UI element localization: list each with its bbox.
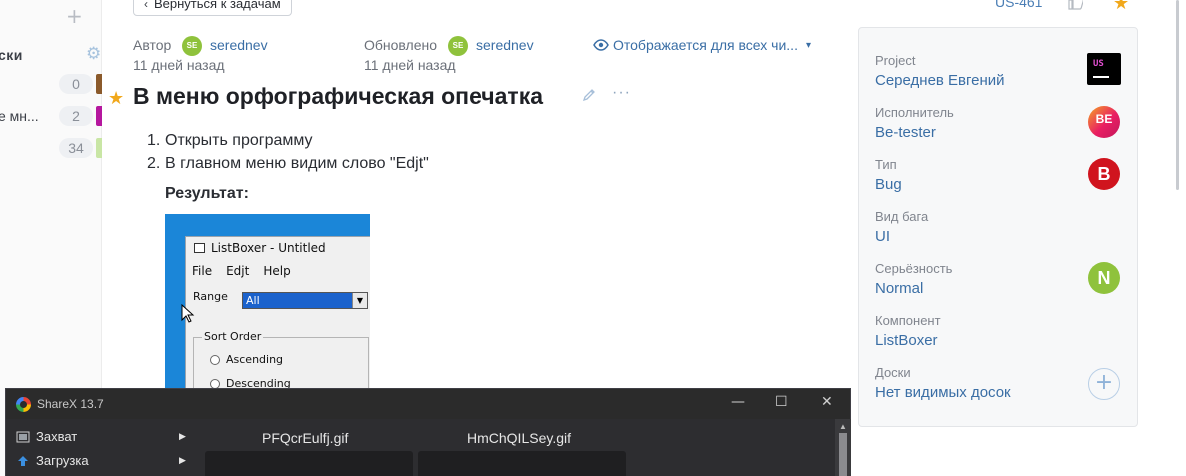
author-label: Автор: [133, 37, 172, 53]
maximize-button[interactable]: ☐: [775, 394, 788, 410]
back-button-label: Вернуться к задачам: [154, 0, 281, 11]
back-to-tasks-button[interactable]: ‹ Вернуться к задачам: [133, 0, 292, 16]
sharex-scrollbar[interactable]: ▲: [835, 419, 851, 476]
boards-value[interactable]: Нет видимых досок: [875, 384, 1011, 401]
file-name: HmChQILSey.gif: [467, 430, 571, 446]
scroll-up-icon[interactable]: ▲: [839, 422, 847, 431]
board-color-strip: [96, 106, 102, 126]
submenu-arrow-icon: ▶: [179, 431, 186, 441]
submenu-arrow-icon: ▶: [179, 455, 186, 465]
minimize-button[interactable]: —: [731, 394, 745, 410]
sharex-title: ShareX 13.7: [37, 397, 104, 411]
type-value[interactable]: Bug: [875, 176, 902, 193]
eye-icon: [593, 39, 609, 51]
list-item: 2. В главном меню видим слово "Edjt": [147, 155, 429, 172]
more-options-icon[interactable]: ···: [612, 84, 631, 102]
chevron-left-icon: ‹: [144, 0, 148, 11]
severity-value[interactable]: Normal: [875, 280, 923, 297]
radio-option: Ascending: [210, 353, 283, 366]
project-logo: US: [1087, 53, 1121, 85]
author-name-link[interactable]: serednev: [210, 37, 268, 53]
steps-list: 1. Открыть программу 2. В главном меню вид…: [147, 129, 429, 175]
board-color-strip: [96, 74, 102, 94]
count-badge: 34: [59, 138, 93, 158]
menu-item: Help: [263, 264, 291, 278]
bug-kind-value[interactable]: UI: [875, 228, 890, 245]
visibility-dropdown[interactable]: Отображается для всех чи... ▾: [593, 37, 811, 53]
capture-menu-item[interactable]: Захват: [16, 429, 77, 444]
range-combo: All ▼: [242, 292, 368, 309]
count-badge: 0: [59, 74, 93, 94]
assignee-value[interactable]: Be-tester: [875, 124, 936, 141]
file-name: PFQcrEulfj.gif: [262, 430, 349, 446]
field-label: Вид бага: [875, 209, 929, 224]
issue-title: В меню орфографическая опечатка: [133, 83, 544, 109]
attached-screenshot[interactable]: ListBoxer - Untitled File Edjt Help Rang…: [165, 214, 370, 394]
favorite-star-icon[interactable]: ★: [1113, 0, 1129, 14]
chevron-down-icon: ▾: [805, 39, 811, 51]
sharex-logo-icon: [16, 397, 31, 412]
avatar: SE: [448, 36, 468, 56]
avatar: BE: [1088, 106, 1120, 138]
updated-label: Обновлено: [364, 37, 438, 53]
gear-icon[interactable]: ⚙: [86, 44, 101, 64]
visibility-label: Отображается для всех чи...: [613, 37, 798, 53]
mouse-cursor-icon: [181, 304, 195, 323]
field-label: Компонент: [875, 313, 941, 328]
result-heading: Результат:: [165, 185, 249, 202]
field-label: Исполнитель: [875, 105, 954, 120]
boards-heading: ски: [0, 47, 23, 63]
file-thumbnail[interactable]: [418, 451, 626, 476]
updated-date: 11 дней назад: [364, 57, 456, 73]
step-text: Открыть программу: [165, 132, 313, 149]
menu-item: Edjt: [226, 264, 250, 278]
app-icon: [194, 243, 205, 253]
board-color-strip: [96, 138, 102, 158]
field-label: Project: [875, 53, 916, 68]
avatar: SE: [182, 36, 202, 56]
chevron-down-icon: ▼: [352, 293, 367, 308]
updated-by-link[interactable]: serednev: [476, 37, 534, 53]
author-date: 11 дней назад: [133, 57, 225, 73]
add-board-button[interactable]: +: [1088, 368, 1120, 400]
close-button[interactable]: ✕: [821, 394, 833, 410]
edit-pencil-icon[interactable]: [582, 88, 596, 102]
bug-type-icon: B: [1088, 158, 1120, 190]
step-text: В главном меню видим слово "Edjt": [165, 155, 429, 172]
upload-icon: [18, 455, 28, 466]
sharex-window: ShareX 13.7 — ☐ ✕ Захват ▶ Загрузка ▶ PF…: [5, 388, 851, 476]
sharex-titlebar[interactable]: ShareX 13.7 — ☐ ✕: [6, 389, 850, 419]
page-scrollbar[interactable]: [1176, 0, 1179, 190]
capture-icon: [16, 431, 30, 442]
window-menu: File Edjt Help: [192, 264, 291, 278]
field-label: Тип: [875, 157, 897, 172]
window-title: ListBoxer - Untitled: [194, 241, 326, 255]
thumbs-up-icon[interactable]: [1067, 0, 1083, 10]
file-thumbnail[interactable]: [205, 451, 413, 476]
range-label: Range: [193, 290, 228, 303]
component-value[interactable]: ListBoxer: [875, 332, 938, 349]
board-label[interactable]: е мн...: [0, 108, 39, 124]
field-label: Серьёзность: [875, 261, 953, 276]
count-badge: 2: [59, 106, 93, 126]
issue-properties-panel: Project Середнев Евгений US Исполнитель …: [858, 27, 1138, 427]
issue-id-link[interactable]: US-461: [995, 0, 1042, 10]
group-label: Sort Order: [202, 330, 264, 343]
menu-item: File: [192, 264, 213, 278]
upload-menu-item[interactable]: Загрузка: [16, 453, 89, 468]
list-item: 1. Открыть программу: [147, 132, 313, 149]
severity-icon: N: [1088, 262, 1120, 294]
favorite-star-icon[interactable]: ★: [108, 88, 124, 109]
project-value[interactable]: Середнев Евгений: [875, 72, 1005, 89]
field-label: Доски: [875, 365, 911, 380]
listboxer-window: ListBoxer - Untitled File Edjt Help Rang…: [185, 236, 370, 394]
add-icon[interactable]: +: [66, 4, 83, 28]
